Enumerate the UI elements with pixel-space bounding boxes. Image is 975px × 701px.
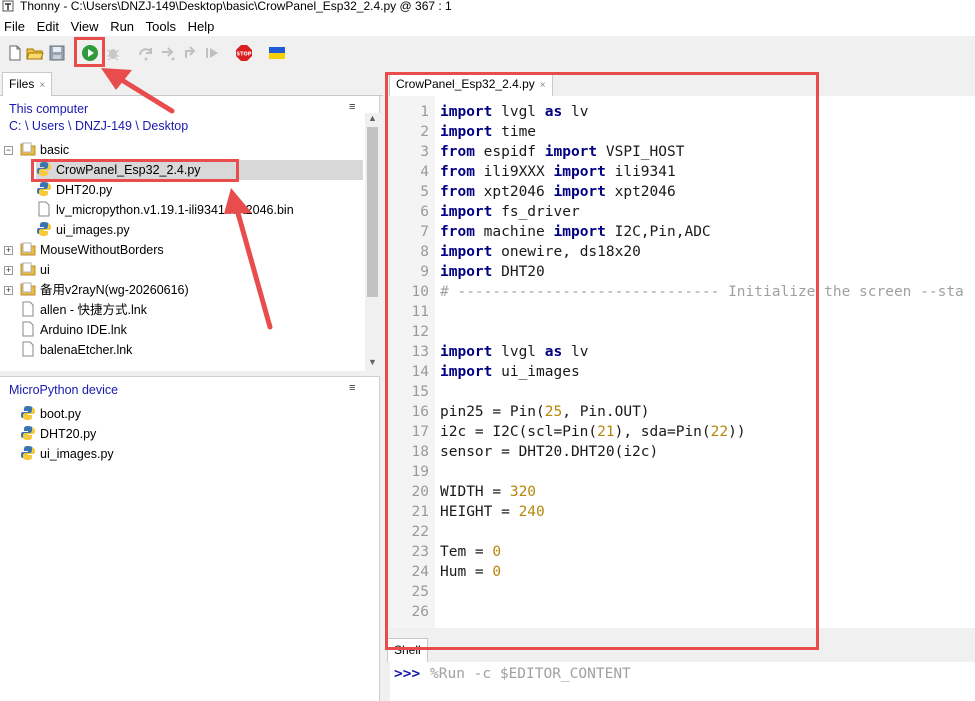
file-icon [20,301,36,317]
file-icon [20,321,36,337]
run-button-highlight [74,37,105,67]
tree-item-label: allen - 快捷方式.lnk [40,303,147,317]
tree-item-label: balenaEtcher.lnk [40,343,133,357]
tree-item-label: Arduino IDE.lnk [40,323,127,337]
editor-highlight [385,72,819,650]
menu-edit[interactable]: Edit [33,16,63,36]
expand-icon[interactable]: + [4,286,13,295]
tree-item-basic[interactable]: basic [20,140,365,160]
svg-text:STOP: STOP [237,52,252,58]
tree-item-label: ui [40,263,50,277]
python-file-icon [36,181,52,197]
device-item-dht20[interactable]: DHT20.py [20,424,96,444]
tree-item-label: lv_micropython.v1.19.1-ili9341-xpt2046.b… [56,203,294,217]
files-tab-bar: Files × [0,70,383,96]
stop-icon[interactable]: STOP [235,44,253,62]
toolbar: STOP [0,36,975,70]
expand-icon[interactable]: + [4,266,13,275]
tree-item-ui[interactable]: ui [20,260,50,280]
device-title: MicroPython device [9,383,119,397]
thonny-logo-icon [2,0,14,12]
step-out-icon[interactable] [181,44,199,62]
breadcrumb[interactable]: C: \ Users \ DNZJ-149 \ Desktop [9,119,188,133]
close-icon[interactable]: × [39,80,45,91]
tree-item-label: MouseWithoutBorders [40,243,164,257]
open-file-icon[interactable] [26,44,44,62]
step-over-icon[interactable] [137,44,155,62]
this-computer-title: This computer [9,102,89,116]
ukraine-flag-icon[interactable] [268,44,286,62]
folder-icon [20,141,36,157]
scroll-up-icon[interactable]: ▲ [365,113,380,125]
this-computer-panel: This computer ≡ C: \ Users \ DNZJ-149 \ … [0,96,380,371]
menu-run[interactable]: Run [106,16,138,36]
tree-item-allen-lnk[interactable]: allen - 快捷方式.lnk [20,300,147,320]
scroll-down-icon[interactable]: ▼ [365,357,380,369]
tree-item-label: basic [40,143,70,157]
python-file-icon [20,425,36,441]
tab-files[interactable]: Files × [2,72,53,96]
panel-menu-icon[interactable]: ≡ [349,382,355,394]
menu-file[interactable]: File [0,16,29,36]
device-item-label: ui_images.py [40,447,114,461]
save-file-icon[interactable] [48,44,66,62]
menu-tools[interactable]: Tools [142,16,180,36]
files-scrollbar[interactable]: ▲ ▼ [365,113,380,371]
tree-item-mousewithoutborders[interactable]: MouseWithoutBorders [20,240,164,260]
folder-icon [20,281,36,297]
device-item-label: boot.py [40,407,82,421]
panel-menu-icon[interactable]: ≡ [349,101,355,113]
menu-view[interactable]: View [67,16,103,36]
tree-item-v2rayn[interactable]: 备用v2rayN(wg-20260616) [20,280,189,300]
tree-item-dht20[interactable]: DHT20.py [36,180,112,200]
python-file-icon [20,405,36,421]
device-item-ui-images[interactable]: ui_images.py [20,444,114,464]
shell-console[interactable]: >>> %Run -c $EDITOR_CONTENT [390,662,975,701]
device-item-boot[interactable]: boot.py [20,404,81,424]
tree-item-label: DHT20.py [56,183,113,197]
device-item-label: DHT20.py [40,427,97,441]
file-icon [36,201,52,217]
step-into-icon[interactable] [159,44,177,62]
tree-item-bin[interactable]: lv_micropython.v1.19.1-ili9341-xpt2046.b… [36,200,294,220]
new-file-icon[interactable] [6,44,24,62]
tree-item-ui-images[interactable]: ui_images.py [36,220,130,240]
debug-icon[interactable] [104,44,122,62]
tree-item-label: ui_images.py [56,223,130,237]
expand-icon[interactable]: + [4,246,13,255]
title-bar: Thonny - C:\Users\DNZJ-149\Desktop\basic… [0,0,975,16]
python-file-icon [20,445,36,461]
shell-prompt: >>> [394,666,421,682]
tab-files-label: Files [9,77,35,91]
shell-command: %Run -c $EDITOR_CONTENT [430,666,631,682]
python-file-icon [36,221,52,237]
collapse-icon[interactable]: − [4,146,13,155]
tree-item-balena-lnk[interactable]: balenaEtcher.lnk [20,340,132,360]
menu-help[interactable]: Help [184,16,219,36]
folder-icon [20,241,36,257]
file-highlight [31,159,239,182]
menu-bar: File Edit View Run Tools Help [0,16,975,36]
tree-item-label: 备用v2rayN(wg-20260616) [40,283,189,297]
resume-icon[interactable] [203,44,221,62]
scrollbar-thumb[interactable] [367,127,378,297]
micropython-device-panel: MicroPython device ≡ boot.py DHT20.py ui… [0,376,380,701]
file-icon [20,341,36,357]
folder-icon [20,261,36,277]
tree-item-arduino-lnk[interactable]: Arduino IDE.lnk [20,320,127,340]
window-title: Thonny - C:\Users\DNZJ-149\Desktop\basic… [20,0,452,13]
